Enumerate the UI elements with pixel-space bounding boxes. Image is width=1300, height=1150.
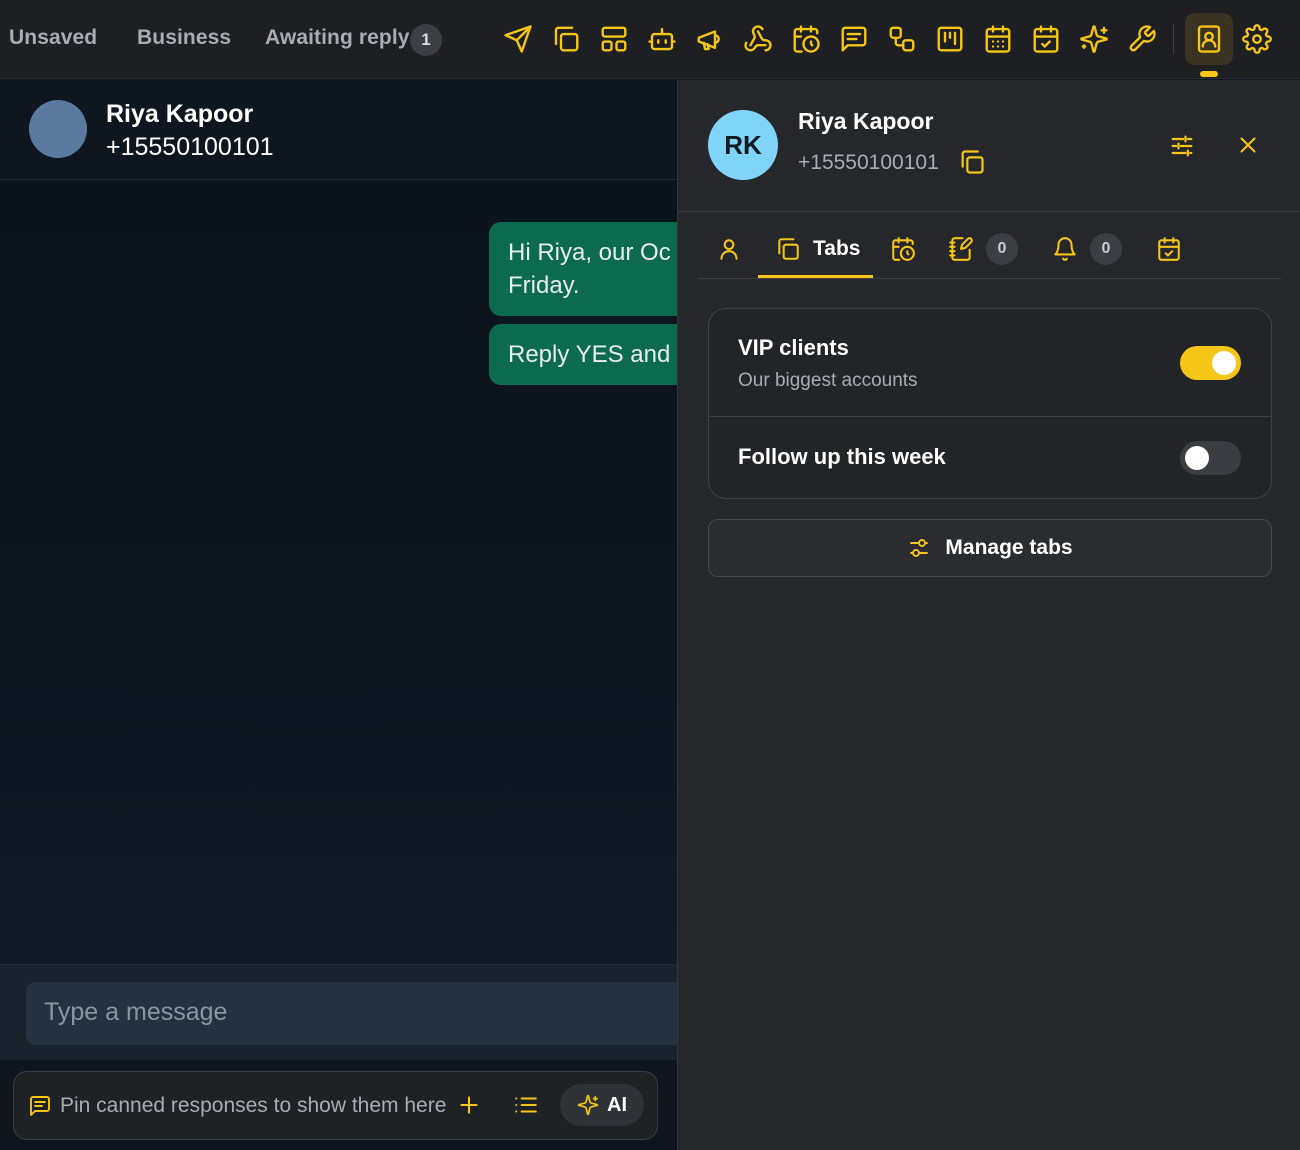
message-square-icon[interactable] (837, 22, 871, 56)
send-icon[interactable] (501, 22, 535, 56)
scheduled-icon[interactable] (789, 22, 823, 56)
chat-contact-name[interactable]: Riya Kapoor (106, 100, 253, 129)
tab-tabs[interactable]: Tabs (775, 220, 860, 278)
tab-profile[interactable] (716, 220, 742, 278)
canned-responses-list-button[interactable] (513, 1092, 539, 1118)
toggle-knob (1185, 446, 1209, 470)
contact-panel-tabs: Tabs 0 0 (698, 220, 1281, 279)
close-icon[interactable] (1235, 132, 1261, 158)
message-bubble[interactable]: Reply YES and v (489, 324, 677, 385)
tab-reminders[interactable]: 0 (1052, 220, 1122, 278)
contact-panel-header: RK Riya Kapoor +15550100101 (678, 80, 1300, 212)
contact-name: Riya Kapoor (798, 108, 934, 134)
tabs-icon (775, 236, 801, 262)
notes-count-badge: 0 (986, 233, 1018, 265)
manage-tabs-label: Manage tabs (945, 536, 1073, 559)
filter-unsaved[interactable]: Unsaved (9, 26, 97, 50)
chat-header: Riya Kapoor +15550100101 (0, 80, 677, 180)
contact-card-icon[interactable] (1192, 22, 1226, 56)
canned-responses-bar: Pin canned responses to show them here A… (13, 1071, 658, 1140)
filter-business[interactable]: Business (137, 26, 231, 50)
scheduled-icon (890, 236, 916, 262)
tab-tabs-label: Tabs (813, 237, 861, 260)
toggle-knob (1212, 351, 1236, 375)
message-text: Friday. (508, 272, 580, 299)
copy-icon[interactable] (958, 148, 986, 176)
message-text: Reply YES and v (508, 341, 677, 368)
message-list: Hi Riya, our Oc Friday. Reply YES and v (0, 181, 677, 964)
sliders-icon (907, 536, 931, 560)
ai-button-label: AI (607, 1093, 627, 1116)
contact-tabs-list: VIP clients Our biggest accounts Follow … (708, 308, 1272, 499)
add-canned-response-button[interactable] (456, 1092, 482, 1118)
megaphone-icon[interactable] (693, 22, 727, 56)
ai-button[interactable]: AI (560, 1084, 644, 1126)
notes-icon (948, 236, 974, 262)
composer-area: Type a message (0, 964, 686, 1060)
bell-icon (1052, 236, 1078, 262)
list-item: VIP clients Our biggest accounts (709, 309, 1271, 417)
vip-clients-toggle[interactable] (1180, 346, 1241, 380)
contact-avatar: RK (708, 110, 778, 180)
adjust-settings-icon[interactable] (1168, 132, 1196, 160)
manage-tabs-button[interactable]: Manage tabs (708, 519, 1272, 577)
calendar-check-icon[interactable] (1029, 22, 1063, 56)
calendar-check-icon (1156, 236, 1182, 262)
sparkles-icon (577, 1094, 599, 1116)
calendar-icon[interactable] (981, 22, 1015, 56)
wrench-icon[interactable] (1125, 22, 1159, 56)
bot-icon[interactable] (645, 22, 679, 56)
message-text: Hi Riya, our Oc (508, 239, 671, 266)
reminders-count-badge: 0 (1090, 233, 1122, 265)
awaiting-reply-count-badge: 1 (410, 24, 442, 56)
active-tab-underline (758, 275, 873, 278)
top-bar: Unsaved Business Awaiting reply 1 (0, 0, 1300, 79)
tab-appointments[interactable] (1156, 220, 1182, 278)
toolbar-separator (1173, 24, 1174, 54)
filter-awaiting-reply[interactable]: Awaiting reply (265, 26, 410, 50)
contact-panel: RK Riya Kapoor +15550100101 Tabs 0 0 VIP… (677, 80, 1300, 1150)
sparkles-icon[interactable] (1077, 22, 1111, 56)
webhook-icon[interactable] (741, 22, 775, 56)
layout-icon[interactable] (597, 22, 631, 56)
user-icon (716, 236, 742, 262)
canned-responses-hint: Pin canned responses to show them here (60, 1094, 447, 1117)
tab-scheduled[interactable] (890, 220, 916, 278)
active-tool-indicator (1200, 71, 1218, 77)
chat-contact-phone: +15550100101 (106, 133, 274, 161)
message-input-placeholder: Type a message (44, 998, 228, 1026)
message-square-icon (28, 1094, 52, 1118)
tab-notes[interactable]: 0 (948, 220, 1018, 278)
settings-icon[interactable] (1240, 22, 1274, 56)
list-item: Follow up this week (709, 417, 1271, 498)
tab-title: VIP clients (738, 335, 849, 360)
follow-up-toggle[interactable] (1180, 441, 1241, 475)
avatar[interactable] (29, 100, 87, 158)
tab-title: Follow up this week (738, 444, 946, 469)
kanban-icon[interactable] (933, 22, 967, 56)
tab-subtitle: Our biggest accounts (738, 370, 918, 391)
contact-phone: +15550100101 (798, 151, 939, 174)
message-input[interactable]: Type a message (26, 982, 686, 1045)
tabs-icon[interactable] (549, 22, 583, 56)
workflow-icon[interactable] (885, 22, 919, 56)
message-bubble[interactable]: Hi Riya, our Oc Friday. (489, 222, 677, 316)
